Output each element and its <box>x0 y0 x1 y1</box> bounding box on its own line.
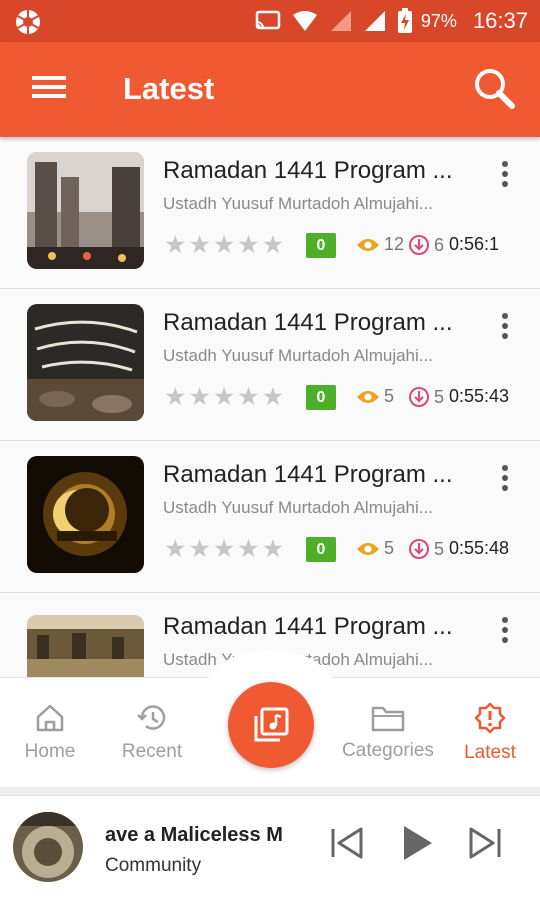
item-title: Ramadan 1441 Program ... <box>163 613 453 640</box>
view-count-value: 5 <box>384 386 395 406</box>
star-icon[interactable]: ★ <box>237 385 259 410</box>
item-title: Ramadan 1441 Program ... <box>163 461 453 488</box>
nav-label: Home <box>24 741 76 762</box>
download-count: 5 <box>408 538 444 560</box>
bottom-navigation: Home Recent Categories Latest <box>0 650 540 788</box>
track-title: ave a Maliceless M <box>105 824 283 846</box>
star-icon[interactable]: ★ <box>188 233 210 258</box>
clock: 16:37 <box>472 8 528 33</box>
item-artist: Ustadh Yuusuf Murtadoh Almujahi... <box>163 194 433 213</box>
home-icon <box>36 704 64 732</box>
wifi-icon <box>292 11 317 31</box>
item-artist: Ustadh Yuusuf Murtadoh Almujahi... <box>163 346 433 365</box>
more-vert-icon[interactable] <box>495 160 515 188</box>
music-library-icon <box>254 707 289 742</box>
battery-percent: 97% <box>420 10 457 31</box>
library-fab-button[interactable] <box>228 682 314 768</box>
eye-icon <box>357 390 379 403</box>
view-count: 12 <box>356 234 404 255</box>
search-icon[interactable] <box>472 66 516 110</box>
nav-home[interactable]: Home <box>10 678 90 788</box>
skip-next-icon[interactable] <box>467 826 503 860</box>
status-bar: 97% 16:37 <box>0 0 540 42</box>
episode-list: Ramadan 1441 Program ... Ustadh Yuusuf M… <box>0 137 540 677</box>
cast-icon <box>255 10 281 30</box>
download-icon <box>409 235 429 255</box>
signal-weak-icon <box>330 11 351 31</box>
nav-recent[interactable]: Recent <box>112 678 192 788</box>
duration: 0:55:43 <box>449 386 510 406</box>
track-artist: Community <box>105 855 202 876</box>
star-icon[interactable]: ★ <box>188 537 210 562</box>
nav-label: Recent <box>121 741 183 762</box>
download-count-value: 6 <box>434 234 445 255</box>
eye-icon <box>357 238 379 251</box>
rating-badge: 0 <box>306 537 336 562</box>
download-count: 6 <box>408 234 444 256</box>
nav-label: Latest <box>464 742 516 763</box>
star-icon[interactable]: ★ <box>188 385 210 410</box>
eye-icon <box>357 542 379 555</box>
star-icon[interactable]: ★ <box>164 233 186 258</box>
thumbnail <box>27 456 144 573</box>
item-title: Ramadan 1441 Program ... <box>163 157 453 184</box>
view-count-value: 12 <box>384 234 405 254</box>
view-count-value: 5 <box>384 538 395 558</box>
item-artist: Ustadh Yuusuf Murtadoh Almujahi... <box>163 498 433 517</box>
item-title: Ramadan 1441 Program ... <box>163 309 453 336</box>
rating-stars[interactable]: ★ ★ ★ ★ ★ <box>164 233 284 258</box>
play-icon[interactable] <box>400 824 434 862</box>
aperture-icon <box>16 10 40 34</box>
list-item[interactable]: Ramadan 1441 Program ... Ustadh Yuusuf M… <box>0 137 540 289</box>
star-icon[interactable]: ★ <box>237 233 259 258</box>
rating-stars[interactable]: ★ ★ ★ ★ ★ <box>164 537 284 562</box>
nav-label: Categories <box>342 740 434 761</box>
nav-categories[interactable]: Categories <box>332 678 444 788</box>
mini-player[interactable]: ave a Maliceless M Community <box>0 795 540 900</box>
view-count: 5 <box>356 386 394 407</box>
star-icon[interactable]: ★ <box>164 385 186 410</box>
alert-badge-icon <box>474 702 506 734</box>
duration: 0:56:1 <box>449 234 500 254</box>
skip-previous-icon[interactable] <box>329 826 365 860</box>
view-count: 5 <box>356 538 394 559</box>
list-item[interactable]: Ramadan 1441 Program ... Ustadh Yuusuf M… <box>0 289 540 441</box>
more-vert-icon[interactable] <box>495 616 515 644</box>
duration: 0:55:48 <box>449 538 510 558</box>
star-icon[interactable]: ★ <box>213 385 235 410</box>
star-icon[interactable]: ★ <box>213 537 235 562</box>
star-icon[interactable]: ★ <box>237 537 259 562</box>
app-bar: Latest <box>0 42 540 137</box>
rating-badge: 0 <box>306 385 336 410</box>
list-item[interactable]: Ramadan 1441 Program ... Ustadh Yuusuf M… <box>0 441 540 593</box>
star-icon[interactable]: ★ <box>164 537 186 562</box>
rating-badge: 0 <box>306 233 336 258</box>
rating-stars[interactable]: ★ ★ ★ ★ ★ <box>164 385 284 410</box>
signal-icon <box>364 11 385 31</box>
download-count-value: 5 <box>434 538 445 559</box>
more-vert-icon[interactable] <box>495 464 515 492</box>
download-count: 5 <box>408 386 444 408</box>
download-count-value: 5 <box>434 386 445 407</box>
nav-latest[interactable]: Latest <box>454 678 526 788</box>
thumbnail <box>27 615 144 677</box>
thumbnail <box>27 304 144 421</box>
page-title: Latest <box>123 71 215 106</box>
folder-icon <box>371 706 405 732</box>
thumbnail <box>27 152 144 269</box>
star-icon[interactable]: ★ <box>262 385 284 410</box>
more-vert-icon[interactable] <box>495 312 515 340</box>
star-icon[interactable]: ★ <box>262 537 284 562</box>
download-icon <box>409 539 429 559</box>
album-art <box>13 812 83 882</box>
history-icon <box>137 705 166 730</box>
download-icon <box>409 387 429 407</box>
menu-icon[interactable] <box>32 74 66 100</box>
battery-charging-icon <box>397 8 412 33</box>
star-icon[interactable]: ★ <box>213 233 235 258</box>
star-icon[interactable]: ★ <box>262 233 284 258</box>
